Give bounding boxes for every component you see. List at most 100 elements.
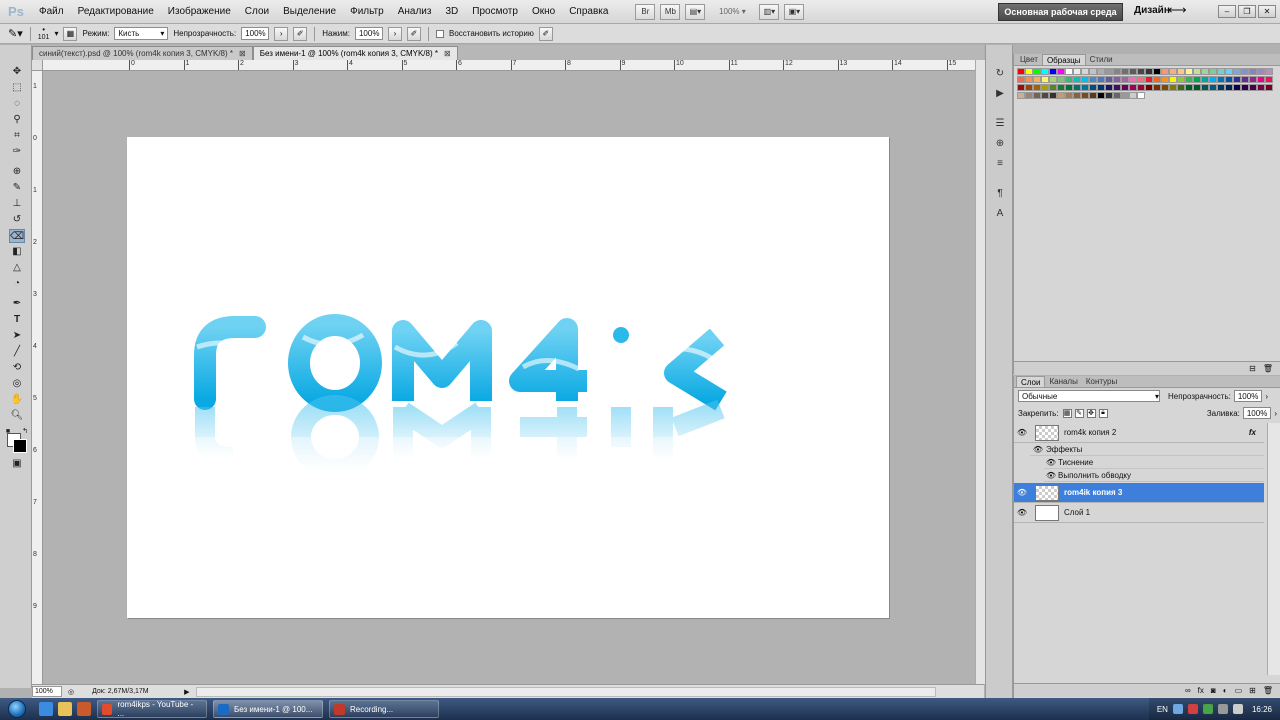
color-swatch[interactable] bbox=[1249, 76, 1257, 83]
new-swatch-icon[interactable]: ⊟ bbox=[1249, 364, 1256, 373]
tab-styles[interactable]: Стили bbox=[1086, 54, 1117, 65]
color-swatch[interactable] bbox=[1089, 84, 1097, 91]
color-swatch[interactable] bbox=[1033, 76, 1041, 83]
color-swatch[interactable] bbox=[1129, 68, 1137, 75]
effect-row-emboss[interactable]: 👁︎ Тиснение bbox=[1044, 456, 1264, 469]
color-swatch[interactable] bbox=[1129, 84, 1137, 91]
color-swatch[interactable] bbox=[1097, 68, 1105, 75]
color-swatch[interactable] bbox=[1057, 76, 1065, 83]
effect-row-stroke[interactable]: 👁︎ Выполнить обводку bbox=[1044, 469, 1264, 482]
color-swatch[interactable] bbox=[1113, 84, 1121, 91]
color-swatch[interactable] bbox=[1161, 76, 1169, 83]
vertical-ruler[interactable]: 1 0 1 2 3 4 5 6 7 8 9 bbox=[32, 71, 43, 684]
color-swatch[interactable] bbox=[1121, 92, 1129, 99]
color-swatch[interactable] bbox=[1153, 68, 1161, 75]
color-swatch[interactable] bbox=[1065, 76, 1073, 83]
hand-tool-icon[interactable]: ✋ bbox=[9, 393, 25, 407]
effects-eye-icon[interactable]: 👁︎ bbox=[1030, 445, 1046, 454]
visibility-eye-icon[interactable]: 👁︎ bbox=[1014, 508, 1030, 517]
color-swatch[interactable] bbox=[1049, 76, 1057, 83]
color-swatch[interactable] bbox=[1073, 68, 1081, 75]
visibility-eye-icon[interactable]: 👁︎ bbox=[1014, 488, 1030, 497]
menu-select[interactable]: Выделение bbox=[276, 0, 343, 24]
tab-layers[interactable]: Слои bbox=[1016, 376, 1046, 387]
3d-rotate-tool-icon[interactable]: ⟲ bbox=[9, 361, 25, 375]
marquee-tool-icon[interactable]: ⬚ bbox=[9, 81, 25, 95]
view-extras-icon[interactable]: ▤▾ bbox=[685, 3, 706, 20]
color-swatch[interactable] bbox=[1081, 76, 1089, 83]
color-swatch[interactable] bbox=[1081, 92, 1089, 99]
color-swatch[interactable] bbox=[1137, 76, 1145, 83]
history-panel-icon[interactable]: ↻ bbox=[992, 67, 1008, 81]
menu-window[interactable]: Окно bbox=[525, 0, 562, 24]
doc-info-label[interactable]: Док: 2,67M/3,17M bbox=[92, 688, 184, 695]
delete-swatch-icon[interactable]: 🗑︎ bbox=[1263, 364, 1273, 373]
color-swatch[interactable] bbox=[1025, 92, 1033, 99]
design-workspace[interactable]: Дизайн bbox=[1134, 5, 1170, 16]
color-swatch[interactable] bbox=[1041, 84, 1049, 91]
color-swatch[interactable] bbox=[1121, 76, 1129, 83]
zoom-tool-icon[interactable]: 🔍︎ bbox=[9, 409, 25, 423]
taskbar-item-youtube[interactable]: rom4ikps - YouTube - ... bbox=[97, 700, 207, 718]
quick-select-tool-icon[interactable]: ⚲ bbox=[9, 113, 25, 127]
color-swatch[interactable] bbox=[1129, 92, 1137, 99]
color-swatch[interactable] bbox=[1089, 76, 1097, 83]
color-swatch[interactable] bbox=[1153, 76, 1161, 83]
paragraph-panel-icon[interactable]: ¶ bbox=[992, 187, 1008, 201]
color-swatch[interactable] bbox=[1105, 76, 1113, 83]
color-swatch[interactable] bbox=[1097, 76, 1105, 83]
color-swatch[interactable] bbox=[1145, 68, 1153, 75]
color-swatch[interactable] bbox=[1241, 84, 1249, 91]
color-swatch[interactable] bbox=[1113, 68, 1121, 75]
color-swatch[interactable] bbox=[1065, 92, 1073, 99]
color-swatch[interactable] bbox=[1209, 68, 1217, 75]
mode-select[interactable]: Кисть ▾ bbox=[114, 27, 169, 40]
color-swatch[interactable] bbox=[1049, 84, 1057, 91]
bridge-button[interactable]: Br bbox=[635, 3, 656, 20]
tab-swatches[interactable]: Образцы bbox=[1041, 54, 1086, 65]
color-swatch[interactable] bbox=[1129, 76, 1137, 83]
color-swatch[interactable] bbox=[1041, 92, 1049, 99]
tablet-pressure-icon[interactable]: ✐ bbox=[538, 26, 553, 41]
character-panel-icon[interactable]: A bbox=[992, 207, 1008, 221]
media-quicklaunch-icon[interactable] bbox=[77, 702, 91, 716]
color-swatch[interactable] bbox=[1081, 84, 1089, 91]
path-select-tool-icon[interactable]: ➤ bbox=[9, 329, 25, 343]
ruler-origin[interactable] bbox=[32, 60, 43, 71]
tab-document-2[interactable]: Без имени-1 @ 100% (rom4k копия 3, CMYK/… bbox=[252, 46, 458, 60]
color-swatch[interactable] bbox=[1073, 92, 1081, 99]
color-swatch[interactable] bbox=[1257, 76, 1265, 83]
color-swatch[interactable] bbox=[1169, 84, 1177, 91]
workspace-button[interactable]: Основная рабочая среда bbox=[998, 3, 1123, 21]
spot-heal-tool-icon[interactable]: ⊕ bbox=[9, 165, 25, 179]
tray-icon[interactable] bbox=[1172, 704, 1183, 714]
color-swatch[interactable] bbox=[1161, 68, 1169, 75]
effects-group-row[interactable]: 👁︎ Эффекты bbox=[1030, 443, 1264, 456]
color-swatch[interactable] bbox=[1041, 68, 1049, 75]
brush-size-picker[interactable]: • 101 bbox=[38, 25, 50, 42]
tab-color[interactable]: Цвет bbox=[1016, 54, 1042, 65]
color-swatch[interactable] bbox=[1033, 84, 1041, 91]
arrange-documents-icon[interactable]: ▥▾ bbox=[759, 3, 780, 20]
color-swatch[interactable] bbox=[1265, 84, 1273, 91]
color-swatch[interactable] bbox=[1049, 92, 1057, 99]
brush-panel-toggle-icon[interactable]: ▦ bbox=[63, 26, 78, 41]
color-swatch[interactable] bbox=[1017, 68, 1025, 75]
close-icon[interactable]: ✕ bbox=[1258, 5, 1276, 18]
opacity-input[interactable]: 100% bbox=[241, 27, 270, 40]
fill-input[interactable]: 100% bbox=[1242, 407, 1272, 419]
blur-tool-icon[interactable]: △ bbox=[9, 261, 25, 275]
menu-layers[interactable]: Слои bbox=[238, 0, 276, 24]
color-swatch[interactable] bbox=[1193, 68, 1201, 75]
brush-size-dropdown-icon[interactable]: ▾ bbox=[54, 29, 58, 38]
color-swatch[interactable] bbox=[1057, 84, 1065, 91]
color-swatch[interactable] bbox=[1185, 84, 1193, 91]
move-tool-icon[interactable]: ✥ bbox=[9, 65, 25, 79]
color-swatch[interactable] bbox=[1209, 84, 1217, 91]
pen-tool-icon[interactable]: ✒ bbox=[9, 297, 25, 311]
tab-document-1[interactable]: синий(текст).psd @ 100% (rom4k копия 3, … bbox=[32, 46, 253, 60]
horizontal-ruler[interactable]: 0 1 2 3 4 5 6 7 8 9 10 11 12 13 14 15 bbox=[43, 60, 975, 71]
effect-eye-icon[interactable]: 👁︎ bbox=[1044, 458, 1058, 467]
color-swatch[interactable] bbox=[1241, 68, 1249, 75]
color-swatch[interactable] bbox=[1073, 84, 1081, 91]
